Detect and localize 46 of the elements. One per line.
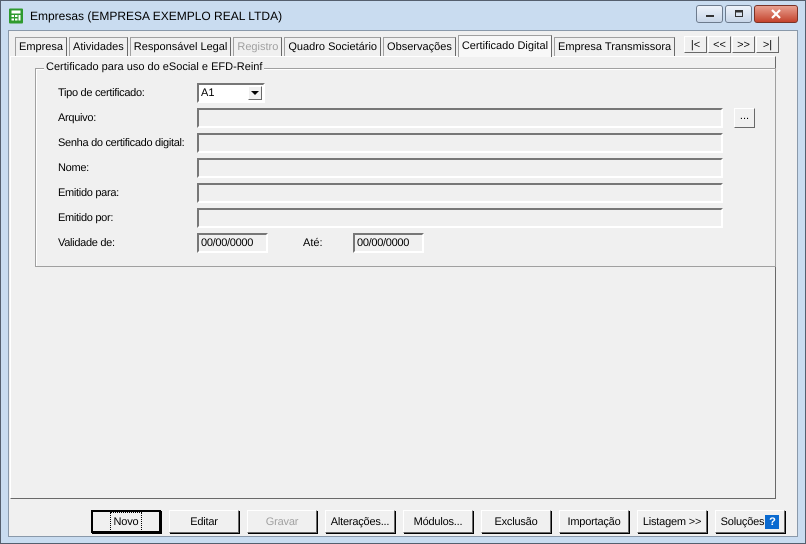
action-button[interactable]: Soluções ? (715, 510, 785, 533)
field-label: Emitido para: (58, 187, 120, 199)
field-label: Senha do certificado digital: (58, 137, 186, 149)
record-nav-button[interactable]: |< (684, 36, 707, 53)
action-button[interactable]: Listagem >> (637, 510, 707, 533)
record-nav-button[interactable]: << (708, 36, 731, 53)
maximize-button[interactable] (725, 5, 752, 23)
field-label: Nome: (58, 162, 90, 174)
tab[interactable]: Responsável Legal (130, 37, 232, 56)
action-button[interactable]: Exclusão (481, 510, 551, 533)
action-button[interactable]: Editar (169, 510, 239, 533)
dropdown-arrow-icon (251, 91, 259, 95)
field-label: Até: (303, 237, 324, 249)
action-button[interactable]: Módulos... (403, 510, 473, 533)
tab[interactable]: Empresa Transmissora (554, 37, 676, 56)
maximize-icon (734, 10, 744, 18)
action-button[interactable]: Alterações... (325, 510, 395, 533)
tab[interactable]: Empresa (15, 37, 68, 56)
calculator-icon (8, 8, 24, 24)
input-field[interactable] (197, 133, 723, 153)
input-field[interactable] (197, 108, 723, 128)
date-field[interactable]: 00/00/0000 (197, 233, 268, 253)
browse-button[interactable]: ... (734, 108, 755, 128)
input-field[interactable] (197, 183, 723, 203)
tab[interactable]: Certificado Digital (458, 35, 552, 57)
tab[interactable]: Quadro Societário (284, 37, 382, 56)
window-title: Empresas (EMPRESA EXEMPLO REAL LTDA) (30, 8, 284, 22)
group-title: Certificado para uso do eSocial e EFD-Reinf (44, 61, 264, 73)
action-button[interactable]: Importação (559, 510, 629, 533)
field-label: Validade de: (58, 237, 116, 249)
close-button[interactable] (754, 5, 798, 23)
field-label: Arquivo: (58, 112, 97, 124)
help-icon: ? (765, 514, 780, 528)
input-field[interactable] (197, 158, 723, 178)
tab[interactable]: Atividades (69, 37, 128, 56)
close-icon (770, 9, 782, 19)
date-field[interactable]: 00/00/0000 (353, 233, 424, 253)
record-nav-button[interactable]: >> (732, 36, 755, 53)
record-nav-button[interactable]: >| (756, 36, 779, 53)
field-label: Emitido por: (58, 212, 114, 224)
certificate-type-dropdown[interactable]: A1 (197, 83, 265, 103)
field-label: Tipo de certificado: (58, 87, 146, 99)
tab[interactable]: Observações (383, 37, 456, 56)
input-field[interactable] (197, 208, 723, 228)
action-button[interactable]: Novo (91, 510, 161, 533)
minimize-button[interactable] (696, 5, 723, 23)
